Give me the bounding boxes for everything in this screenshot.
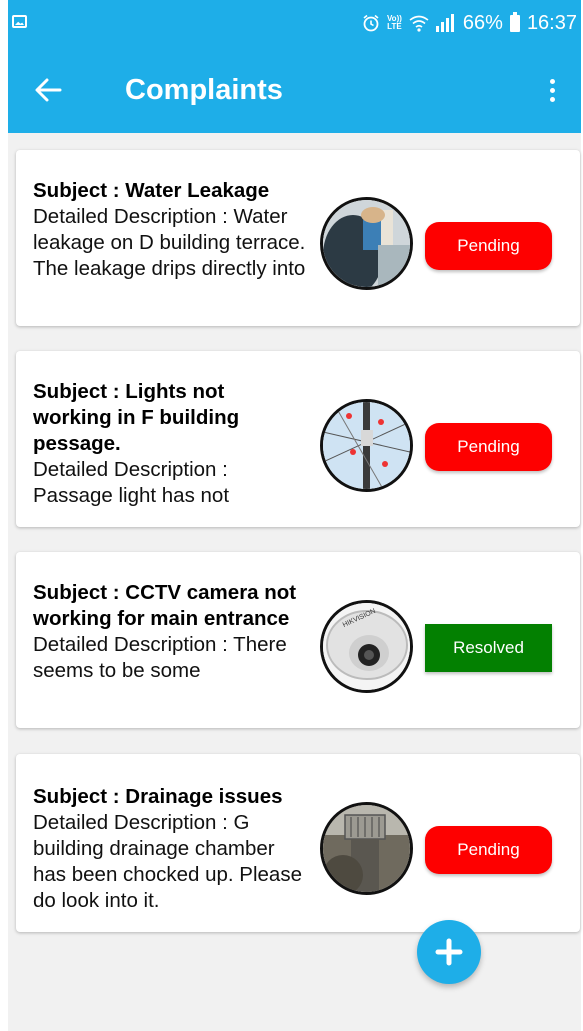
battery-percentage: 66% — [462, 11, 503, 34]
more-vert-dot — [549, 96, 555, 102]
complaint-description: Detailed Description : Passage light has… — [33, 458, 230, 507]
gallery-notification-icon — [12, 15, 27, 28]
more-vert-dot — [549, 87, 555, 93]
plus-icon — [435, 938, 463, 966]
clock: 16:37 — [526, 11, 577, 34]
status-pending-button[interactable]: Pending — [425, 826, 552, 874]
complaint-card[interactable]: Subject : Water Leakage Detailed Descrip… — [16, 150, 580, 326]
water-leakage-photo-icon — [320, 197, 413, 290]
status-indicators: Vo)) LTE 66% 16:37 — [362, 0, 577, 46]
complaint-subject: Subject : Drainage issues — [33, 785, 283, 808]
complaint-text: Subject : Water Leakage Detailed Descrip… — [33, 178, 308, 326]
cctv-camera-photo-icon: HIKVISION — [320, 600, 413, 693]
signal-icon — [435, 14, 456, 32]
complaint-description: Detailed Description : G building draina… — [33, 811, 302, 912]
wifi-icon — [409, 14, 429, 32]
complaint-description: Detailed Description : Water leakage on … — [33, 205, 306, 280]
more-vert-dot — [549, 78, 555, 84]
complaint-subject: Subject : Lights not working in F buildi… — [33, 380, 240, 455]
battery-icon — [509, 11, 520, 32]
complaint-description: Detailed Description : There seems to be… — [33, 633, 287, 682]
add-complaint-button[interactable] — [417, 920, 481, 984]
back-button[interactable] — [28, 70, 68, 110]
complaint-card[interactable]: Subject : CCTV camera not working for ma… — [16, 552, 580, 728]
complaint-subject: Subject : Water Leakage — [33, 179, 270, 202]
status-bar: Vo)) LTE 66% 16:37 — [8, 0, 581, 46]
complaint-text: Subject : CCTV camera not working for ma… — [33, 580, 308, 728]
complaint-card[interactable]: Subject : Drainage issues Detailed Descr… — [16, 754, 580, 932]
arrow-back-icon — [35, 78, 62, 102]
alarm-icon — [362, 14, 380, 32]
phone-screen: Vo)) LTE 66% 16:37 Complaints Subject: … — [0, 0, 583, 1031]
status-resolved-button[interactable]: Resolved — [425, 624, 552, 672]
complaint-text: Subject : Lights not working in F buildi… — [33, 379, 308, 527]
drainage-photo-icon — [320, 802, 413, 895]
status-pending-button[interactable]: Pending — [425, 222, 552, 270]
volte-icon: Vo)) LTE — [386, 14, 402, 31]
complaint-subject: Subject : CCTV camera not working for ma… — [33, 581, 297, 630]
electric-pole-photo-icon — [320, 399, 413, 492]
page-title: Complaints — [125, 74, 283, 106]
status-pending-button[interactable]: Pending — [425, 423, 552, 471]
more-options-button[interactable] — [537, 70, 567, 110]
complaint-text: Subject : Drainage issues Detailed Descr… — [33, 784, 308, 932]
app-bar: Complaints — [8, 46, 581, 133]
complaint-card[interactable]: Subject : Lights not working in F buildi… — [16, 351, 580, 527]
